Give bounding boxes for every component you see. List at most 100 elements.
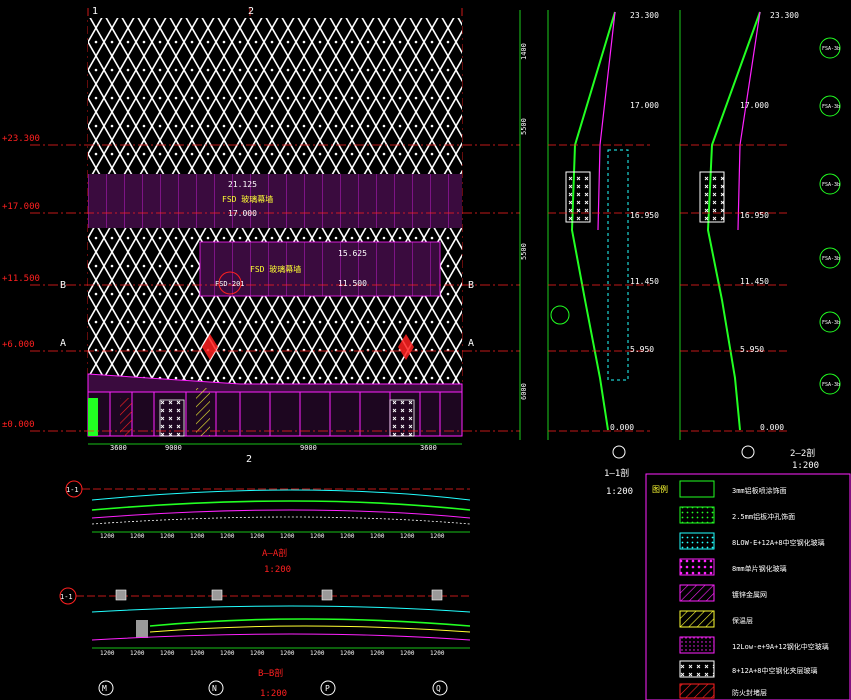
svg-text:1200: 1200 — [160, 533, 175, 540]
section-2-insulation — [699, 171, 725, 223]
svg-text:16.950: 16.950 — [740, 211, 769, 220]
svg-text:1200: 1200 — [400, 650, 415, 657]
bottom-dimensions: 3600 9000 9000 3600 — [110, 444, 437, 452]
plan-b-b: 1-1 1200 1200 1200 1200 1200 1200 1200 1200 12… — [59, 587, 471, 699]
svg-text:1200: 1200 — [220, 650, 235, 657]
svg-text:1200: 1200 — [220, 533, 235, 540]
svg-text:FSA-3b: FSA-3b — [822, 320, 840, 326]
section-2-2: 23.300 17.000 16.950 11.450 5.950 0.000 … — [679, 10, 841, 471]
plan-b-curve — [91, 605, 471, 613]
svg-text:FSD 玻璃幕墙: FSD 玻璃幕墙 — [222, 194, 273, 204]
plan-b-scale: 1:200 — [260, 689, 287, 699]
cad-drawing: 1 2 +23.300 +17.000 +11.500 +6.000 ±0.00… — [2, 6, 851, 700]
plan-a-scale: 1:200 — [264, 565, 291, 575]
svg-text:1200: 1200 — [160, 650, 175, 657]
legend-swatch-2 — [679, 532, 715, 550]
svg-text:9000: 9000 — [165, 444, 182, 452]
legend-label-7: 8+12A+8中空钢化夹层玻璃 — [732, 666, 818, 675]
legend-swatch-0 — [679, 480, 715, 498]
svg-text:1-1: 1-1 — [60, 593, 73, 601]
svg-text:1200: 1200 — [430, 650, 445, 657]
legend-label-5: 保温层 — [732, 616, 753, 625]
plan-a-title: A—A剖 — [262, 547, 287, 559]
legend-label-4: 镀锌金属网 — [732, 590, 767, 599]
grid-label-2-bottom: 2 — [246, 454, 252, 465]
svg-text:1200: 1200 — [370, 533, 385, 540]
level-label-11500: +11.500 — [2, 274, 40, 284]
svg-text:3600: 3600 — [420, 444, 437, 452]
svg-text:5.950: 5.950 — [630, 345, 654, 354]
svg-text:17.000: 17.000 — [740, 101, 769, 110]
section-1-insulation — [565, 171, 591, 223]
legend-label-1: 2.5mm铝板冲孔饰面 — [732, 512, 795, 521]
legend-swatch-6 — [679, 636, 715, 654]
legend-label-3: 8mm单片钢化玻璃 — [732, 564, 787, 573]
svg-text:FSD 玻璃幕墙: FSD 玻璃幕墙 — [250, 264, 301, 274]
grid-label-2: 2 — [248, 6, 254, 17]
svg-text:11.450: 11.450 — [740, 277, 769, 286]
svg-text:1200: 1200 — [130, 533, 145, 540]
plan-b-title: B—B剖 — [258, 667, 283, 679]
facade-top-panel — [88, 18, 462, 174]
svg-text:0.000: 0.000 — [610, 423, 634, 432]
grid-label-1: 1 — [92, 6, 98, 17]
svg-text:M: M — [102, 684, 107, 693]
svg-text:1200: 1200 — [310, 533, 325, 540]
svg-text:23.300: 23.300 — [630, 11, 659, 20]
svg-text:1200: 1200 — [430, 533, 445, 540]
svg-text:0.000: 0.000 — [760, 423, 784, 432]
section-tags: FSA-3b FSA-3b FSA-3b FSA-3b FSA-3b FSA-3… — [819, 37, 841, 395]
svg-text:N: N — [212, 684, 217, 693]
svg-text:9000: 9000 — [300, 444, 317, 452]
material-legend: 图例 3mm铝板喷涂饰面 2.5mm铝板冲孔饰面 8LOW-E+12A+8中空钢… — [645, 473, 851, 700]
legend-label-0: 3mm铝板喷涂饰面 — [732, 486, 787, 495]
svg-text:5500: 5500 — [520, 118, 528, 135]
legend-label-8: 防火封堵层 — [732, 688, 767, 697]
glass-band-upper — [88, 174, 462, 228]
svg-text:1200: 1200 — [100, 533, 115, 540]
callout-label: FSD-201 — [215, 280, 245, 288]
legend-header: 图例 — [652, 484, 668, 494]
svg-text:FSA-3b: FSA-3b — [822, 382, 840, 388]
svg-text:FSA-3b: FSA-3b — [822, 104, 840, 110]
svg-text:Q: Q — [436, 684, 441, 693]
svg-text:P: P — [325, 684, 330, 693]
legend-swatch-1 — [679, 506, 715, 524]
legend-swatch-5 — [679, 610, 715, 628]
svg-text:1200: 1200 — [250, 650, 265, 657]
level-label-6000: +6.000 — [2, 340, 35, 350]
svg-text:3600: 3600 — [110, 444, 127, 452]
section-1-1: 1400 5500 5500 6000 23.300 17.000 16.950… — [519, 10, 659, 497]
svg-text:5500: 5500 — [520, 243, 528, 260]
level-label-23300: +23.300 — [2, 134, 40, 144]
axis-mark-b-left: B — [60, 280, 66, 291]
axis-mark-a-right: A — [468, 338, 474, 349]
svg-text:1200: 1200 — [130, 650, 145, 657]
svg-text:1-1: 1-1 — [66, 486, 79, 494]
stair-column — [196, 388, 210, 436]
svg-text:FSA-3b: FSA-3b — [822, 46, 840, 52]
svg-text:21.125: 21.125 — [228, 180, 257, 189]
main-elevation: 1 2 +23.300 +17.000 +11.500 +6.000 ±0.00… — [2, 6, 520, 465]
svg-text:1400: 1400 — [520, 43, 528, 60]
svg-text:1200: 1200 — [280, 533, 295, 540]
section-2-title: 2—2剖 — [790, 447, 815, 459]
axis-mark-a-left: A — [60, 338, 66, 349]
legend-swatch-8 — [679, 683, 715, 699]
svg-text:1200: 1200 — [310, 650, 325, 657]
svg-text:1200: 1200 — [100, 650, 115, 657]
svg-text:FSA-3b: FSA-3b — [822, 182, 840, 188]
level-label-0000: ±0.000 — [2, 420, 35, 430]
section-1-scale: 1:200 — [606, 487, 633, 497]
legend-swatch-7 — [679, 660, 715, 678]
svg-text:23.300: 23.300 — [770, 11, 799, 20]
legend-swatch-4 — [679, 584, 715, 602]
svg-text:1200: 1200 — [250, 533, 265, 540]
svg-text:1200: 1200 — [370, 650, 385, 657]
svg-text:15.625: 15.625 — [338, 249, 367, 258]
svg-text:11.500: 11.500 — [338, 279, 367, 288]
svg-text:6000: 6000 — [520, 383, 528, 400]
svg-text:16.950: 16.950 — [630, 211, 659, 220]
plan-a-a: 1-1 1200 1200 1200 1200 1200 1200 1200 1200 12… — [65, 480, 471, 575]
legend-label-2: 8LOW-E+12A+8中空钢化玻璃 — [732, 538, 825, 547]
